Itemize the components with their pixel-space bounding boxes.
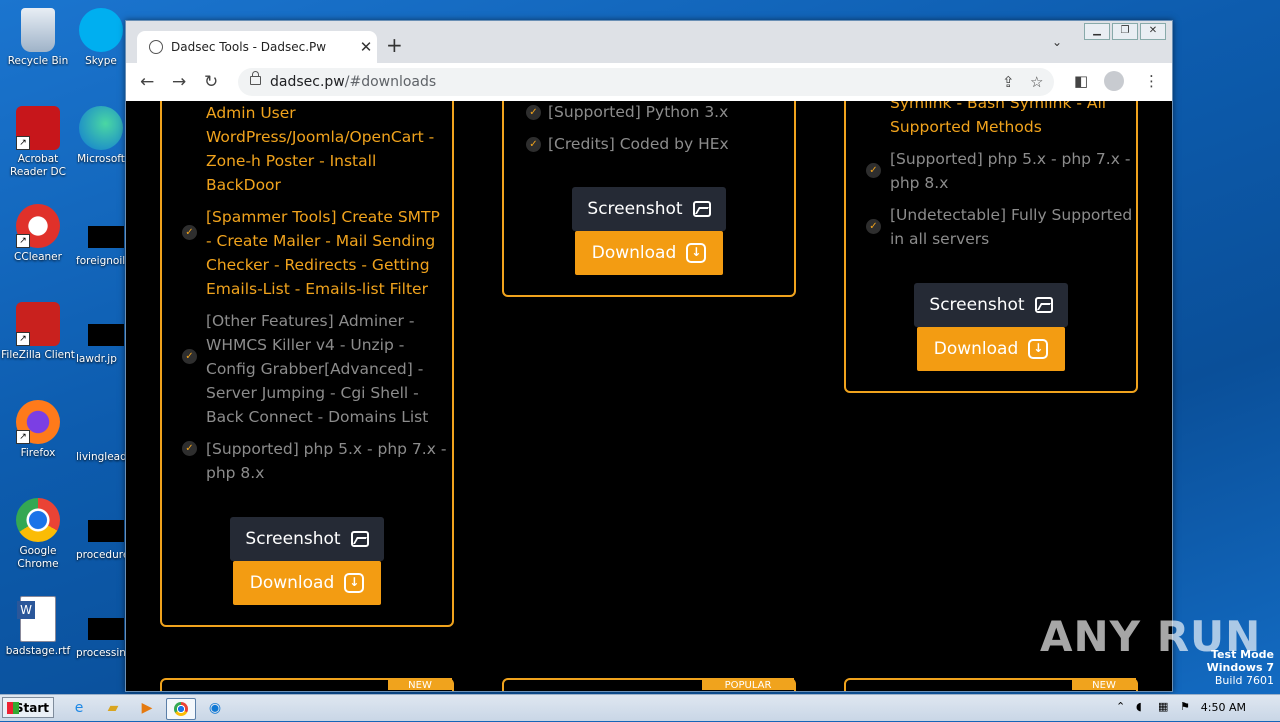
side-panel-icon[interactable]: ◧ — [1074, 72, 1088, 90]
desktop-icon-filezilla[interactable]: ↗ FileZilla Client — [0, 302, 76, 362]
desktop-icon-ccleaner[interactable]: ↗ CCleaner — [0, 204, 76, 264]
product-card-left: Admin User WordPress/Joomla/OpenCart - Z… — [160, 101, 454, 627]
feature-text: [Supported] php 5.x - php 7.x - php 8.x — [206, 440, 447, 482]
desktop-icon-acrobat[interactable]: ↗ Acrobat Reader DC — [0, 106, 76, 179]
explorer-taskbar-icon[interactable]: ▰ — [102, 698, 124, 718]
image-icon — [1034, 297, 1053, 313]
profile-avatar-icon[interactable] — [1104, 71, 1124, 91]
check-icon: ✓ — [866, 219, 881, 234]
chrome-taskbar-icon[interactable] — [166, 698, 196, 720]
feature-text: [Supported] Python 3.x — [548, 103, 729, 121]
forward-button[interactable]: → — [172, 72, 186, 92]
media-player-taskbar-icon[interactable]: ▶ — [136, 698, 158, 718]
feature-text: [Supported] php 5.x - php 7.x - php 8.x — [890, 150, 1131, 192]
edge-taskbar-icon[interactable]: ◉ — [204, 698, 226, 718]
start-button[interactable]: Start — [2, 697, 54, 718]
url-text: dadsec.pw/#downloads — [270, 74, 437, 90]
address-bar[interactable]: dadsec.pw/#downloads ⇪ ☆ — [238, 68, 1054, 96]
tab-title: Dadsec Tools - Dadsec.Pw — [171, 40, 327, 54]
recycle-bin-icon — [21, 8, 55, 52]
feature-text: [Credits] Coded by HEx — [548, 135, 729, 153]
acrobat-icon: ↗ — [16, 106, 60, 150]
minimize-button[interactable]: ▁ — [1084, 23, 1110, 40]
download-button[interactable]: Download ↓ — [233, 561, 381, 605]
volume-icon[interactable]: ◖ — [1136, 700, 1142, 713]
firefox-icon: ↗ — [16, 400, 60, 444]
check-icon: ✓ — [526, 137, 541, 152]
chrome-icon — [16, 498, 60, 542]
new-tab-button[interactable]: + — [386, 33, 403, 57]
window-controls: ▁ ❐ ✕ — [1084, 23, 1166, 40]
back-button[interactable]: ← — [140, 72, 154, 92]
ribbon-badge: NEW — [388, 678, 452, 690]
check-icon: ✓ — [182, 349, 197, 364]
share-icon[interactable]: ⇪ — [1002, 73, 1015, 91]
image-icon — [692, 201, 711, 217]
desktop-icon-recycle-bin[interactable]: Recycle Bin — [0, 8, 76, 68]
filezilla-icon: ↗ — [16, 302, 60, 346]
ccleaner-icon: ↗ — [16, 204, 60, 248]
action-center-flag-icon[interactable]: ⚑ — [1180, 700, 1190, 713]
download-icon: ↓ — [686, 243, 707, 263]
close-tab-icon[interactable]: ✕ — [355, 38, 377, 56]
download-icon: ↓ — [1028, 339, 1049, 359]
browser-toolbar: ← → ↻ dadsec.pw/#downloads ⇪ ☆ ◧ ⋮ — [126, 63, 1172, 102]
page-content: Admin User WordPress/Joomla/OpenCart - Z… — [126, 101, 1172, 691]
product-card-middle: ✓ [Supported] Python 3.x ✓ [Credits] Cod… — [502, 101, 796, 297]
check-icon: ✓ — [526, 105, 541, 120]
screenshot-button[interactable]: Screenshot — [230, 517, 384, 561]
image-icon — [350, 531, 369, 547]
file-thumbnail — [88, 520, 124, 542]
feature-text: [Spammer Tools] Create SMTP - Create Mai… — [206, 208, 440, 298]
skype-icon — [79, 8, 123, 52]
check-icon: ✓ — [182, 225, 197, 240]
screenshot-button[interactable]: Screenshot — [914, 283, 1068, 327]
product-card-next-left: NEW — [160, 678, 454, 691]
check-icon: ✓ — [182, 441, 197, 456]
lock-icon — [250, 71, 261, 85]
file-thumbnail — [88, 324, 124, 346]
download-button[interactable]: Download ↓ — [917, 327, 1065, 371]
feature-text: Symlink - Bash Symlink - All Supported M… — [890, 101, 1107, 136]
desktop-icon-skype[interactable]: Skype — [76, 8, 126, 68]
check-icon: ✓ — [866, 163, 881, 178]
taskbar: Start e ▰ ▶ ◉ ⌃ ◖ ▦ ⚑ 4:50 AM — [0, 694, 1280, 721]
browser-window: ▁ ❐ ✕ Dadsec Tools - Dadsec.Pw ✕ + ⌄ ← →… — [125, 20, 1173, 692]
globe-icon — [149, 40, 163, 54]
screenshot-button[interactable]: Screenshot — [572, 187, 726, 231]
edge-icon — [79, 106, 123, 150]
browser-tab[interactable]: Dadsec Tools - Dadsec.Pw ✕ — [137, 31, 377, 63]
test-mode-overlay: Test Mode Windows 7 Build 7601 — [1206, 648, 1274, 687]
bookmark-star-icon[interactable]: ☆ — [1030, 73, 1043, 91]
close-window-button[interactable]: ✕ — [1140, 23, 1166, 40]
clock[interactable]: 4:50 AM — [1201, 701, 1246, 714]
product-card-right: Symlink - Bash Symlink - All Supported M… — [844, 101, 1138, 393]
product-card-next-middle: POPULAR — [502, 678, 796, 691]
tab-search-icon[interactable]: ⌄ — [1052, 35, 1062, 49]
desktop-icon-firefox[interactable]: ↗ Firefox — [0, 400, 76, 460]
system-tray: ⌃ ◖ ▦ ⚑ 4:50 AM — [1108, 695, 1280, 721]
network-icon[interactable]: ▦ — [1158, 700, 1168, 713]
desktop-icon-edge[interactable]: Microsoft — [76, 106, 126, 166]
feature-text: [Other Features] Adminer - WHMCS Killer … — [206, 312, 429, 426]
word-doc-icon: W — [17, 596, 56, 642]
feature-text: [Undetectable] Fully Supported in all se… — [890, 206, 1133, 248]
product-card-next-right: NEW — [844, 678, 1138, 691]
desktop-icon-chrome[interactable]: Google Chrome — [0, 498, 76, 571]
file-thumbnail — [88, 226, 124, 248]
ribbon-badge: POPULAR — [702, 678, 794, 690]
ie-taskbar-icon[interactable]: e — [68, 698, 90, 718]
download-icon: ↓ — [344, 573, 365, 593]
desktop-icon-badstage[interactable]: W badstage.rtf — [0, 596, 76, 658]
menu-kebab-icon[interactable]: ⋮ — [1144, 72, 1159, 90]
feature-text: Admin User WordPress/Joomla/OpenCart - Z… — [206, 104, 435, 194]
download-button[interactable]: Download ↓ — [575, 231, 723, 275]
file-thumbnail — [88, 618, 124, 640]
tray-expand-icon[interactable]: ⌃ — [1116, 700, 1125, 713]
reload-button[interactable]: ↻ — [204, 72, 218, 92]
ribbon-badge: NEW — [1072, 678, 1136, 690]
maximize-button[interactable]: ❐ — [1112, 23, 1138, 40]
